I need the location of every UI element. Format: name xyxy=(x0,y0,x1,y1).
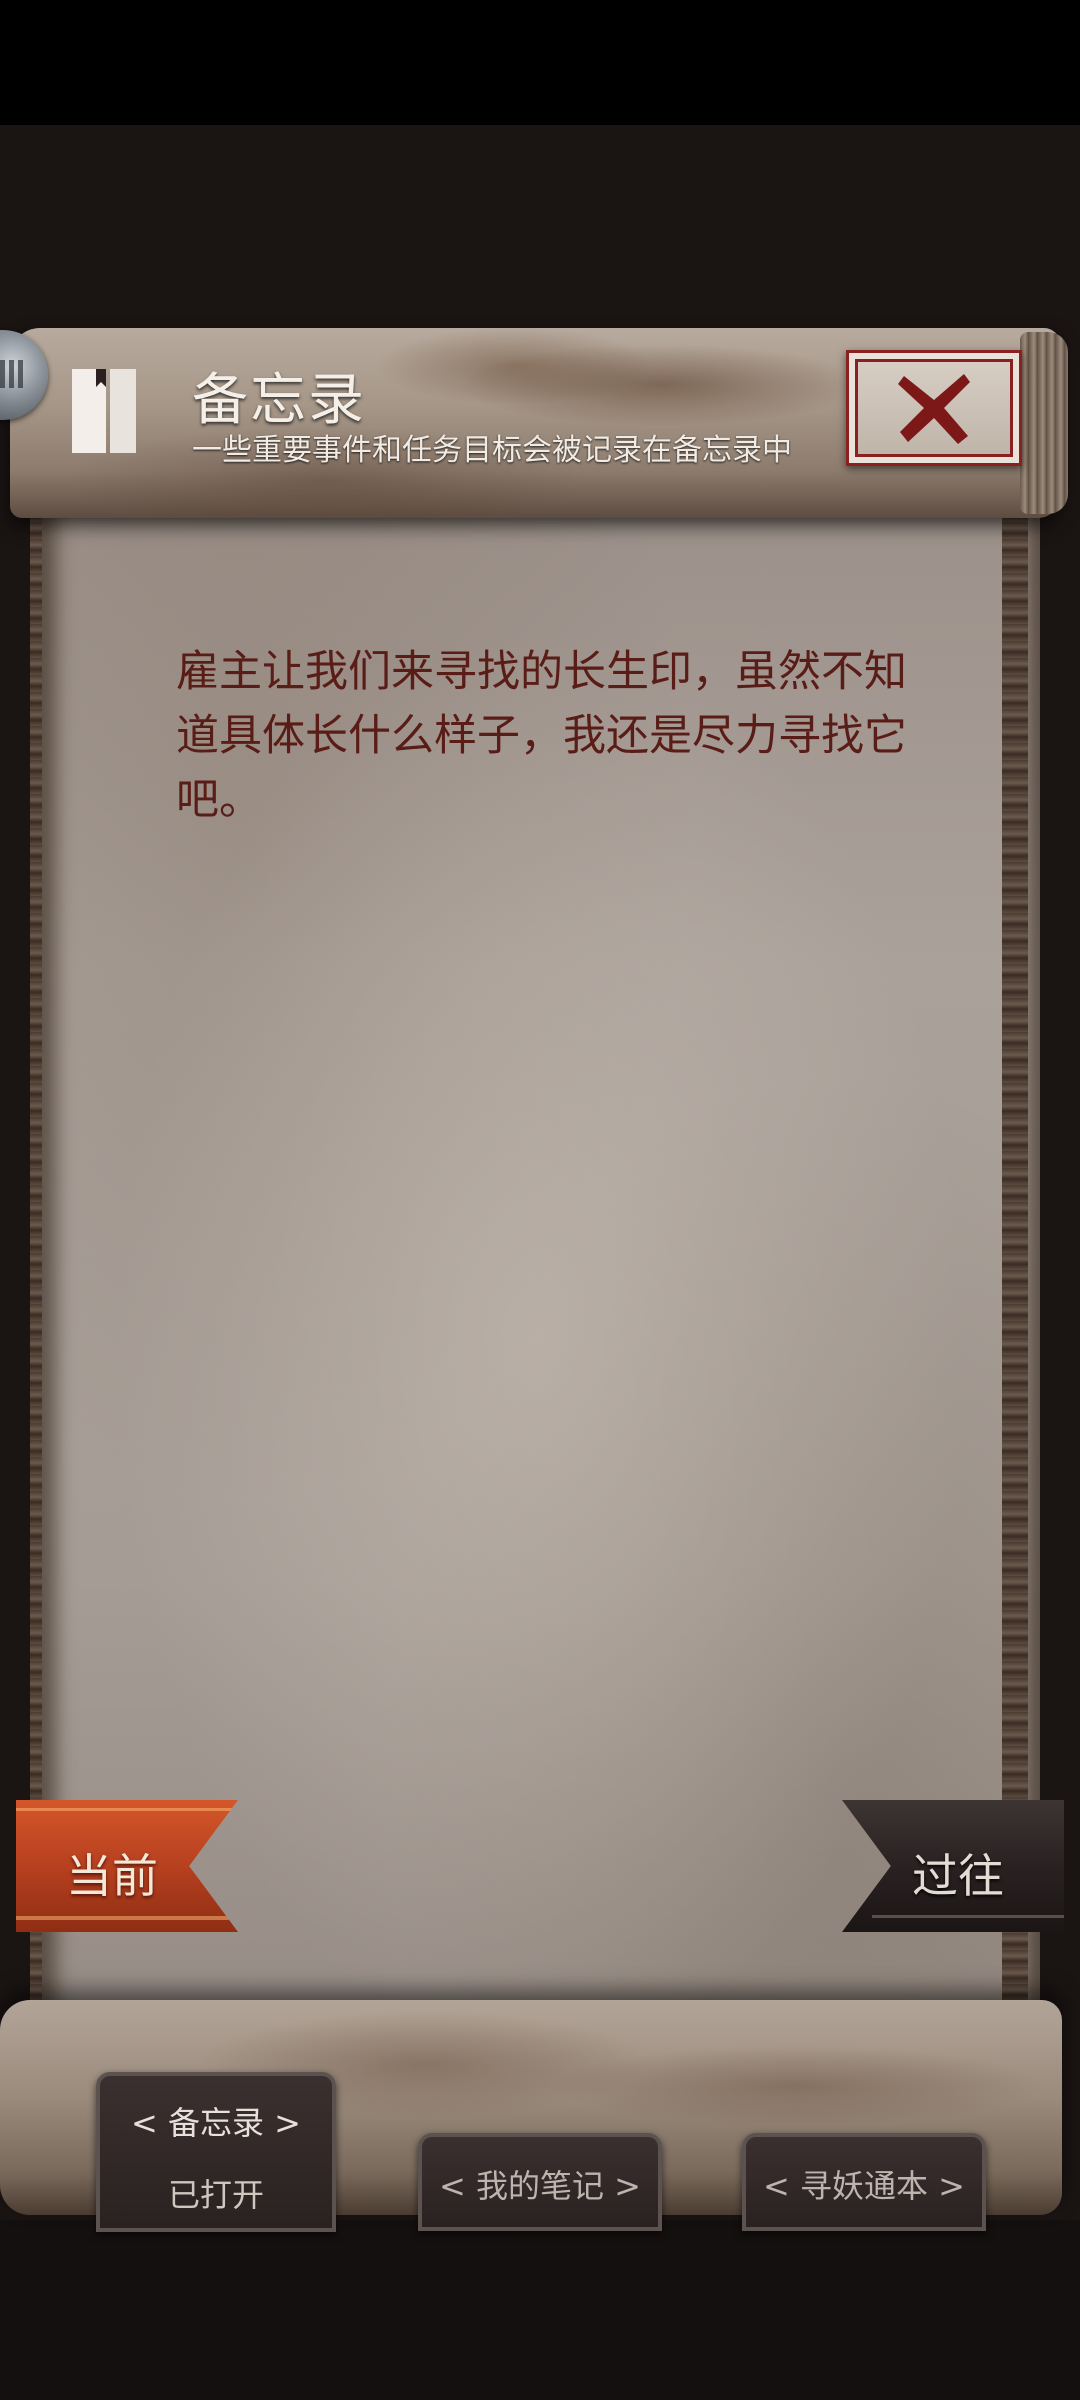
tab-my-notes[interactable]: < 我的笔记 > xyxy=(418,2133,662,2231)
current-banner-label: 当前 xyxy=(66,1849,158,1903)
close-button[interactable] xyxy=(846,350,1022,466)
book-icon xyxy=(66,365,140,457)
page-title: 备忘录 xyxy=(192,368,366,433)
tab-monster-codex-label: < 寻妖通本 > xyxy=(763,2167,965,2205)
tab-memo-label: < 备忘录 > xyxy=(131,2104,301,2142)
tab-monster-codex[interactable]: < 寻妖通本 > xyxy=(742,2133,986,2231)
tab-memo-status: 已打开 xyxy=(167,2176,264,2214)
memo-entry-text: 雇主让我们来寻找的长生印，虽然不知道具体长什么样子，我还是尽力寻找它吧。 xyxy=(176,647,907,825)
background-top xyxy=(0,125,1080,325)
scroll-roller-cap xyxy=(1020,332,1068,514)
past-banner-label: 过往 xyxy=(912,1849,1004,1903)
tab-my-notes-label: < 我的笔记 > xyxy=(439,2167,641,2205)
close-x-icon xyxy=(898,374,970,444)
page-subtitle: 一些重要事件和任务目标会被记录在备忘录中 xyxy=(192,433,792,468)
tab-memo[interactable]: < 备忘录 > 已打开 xyxy=(96,2072,336,2232)
background-bottom xyxy=(0,2220,1080,2400)
status-bar xyxy=(0,0,1080,125)
